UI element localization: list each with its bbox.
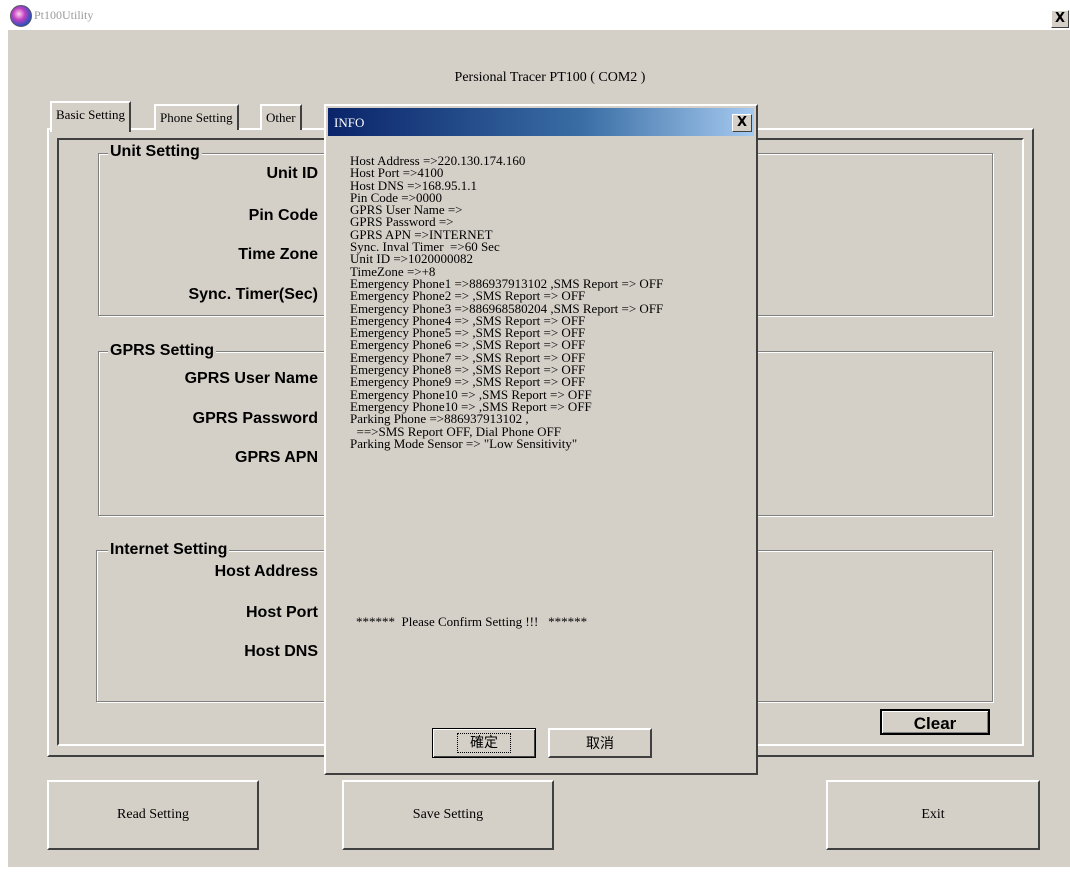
host-port-label: Host Port bbox=[246, 604, 318, 621]
clear-button[interactable]: Clear bbox=[880, 709, 990, 735]
host-dns-label: Host DNS bbox=[244, 643, 318, 660]
unit-setting-title: Unit Setting bbox=[108, 143, 202, 161]
sync-timer-label: Sync. Timer(Sec) bbox=[188, 286, 318, 303]
tab-other[interactable]: Other bbox=[260, 104, 302, 130]
dialog-title-bar: INFO X bbox=[328, 108, 754, 136]
tab-basic-setting[interactable]: Basic Setting bbox=[50, 101, 131, 132]
window-title: Pt100Utility bbox=[34, 8, 94, 22]
gprs-apn-label: GPRS APN bbox=[235, 449, 318, 466]
gprs-setting-title: GPRS Setting bbox=[108, 342, 217, 360]
host-address-label: Host Address bbox=[214, 563, 318, 580]
gprs-password-label: GPRS Password bbox=[192, 410, 318, 427]
cancel-button[interactable]: 取消 bbox=[548, 728, 652, 758]
read-setting-button[interactable]: Read Setting bbox=[47, 780, 259, 850]
internet-setting-title: Internet Setting bbox=[108, 541, 230, 559]
window-close-button[interactable]: X bbox=[1051, 10, 1069, 28]
exit-button[interactable]: Exit bbox=[826, 780, 1040, 850]
device-caption: Persional Tracer PT100 ( COM2 ) bbox=[454, 70, 646, 85]
ok-button-label: 確定 bbox=[457, 733, 511, 753]
confirm-message: ****** Please Confirm Setting !!! ****** bbox=[356, 614, 588, 629]
info-dialog: INFO X Host Address =>220.130.174.160 Hos… bbox=[324, 104, 758, 775]
dialog-close-button[interactable]: X bbox=[732, 114, 752, 132]
app-icon bbox=[10, 5, 32, 27]
title-bar: Pt100Utility X bbox=[0, 0, 1070, 30]
bottom-border bbox=[0, 867, 1070, 873]
info-line: Parking Mode Sensor => "Low Sensitivity" bbox=[350, 435, 578, 451]
dialog-title: INFO bbox=[334, 115, 365, 130]
pin-code-label: Pin Code bbox=[248, 207, 318, 224]
time-zone-label: Time Zone bbox=[238, 246, 318, 263]
info-text: Host Address =>220.130.174.160 Host Port … bbox=[350, 154, 663, 451]
save-setting-button[interactable]: Save Setting bbox=[342, 780, 554, 850]
left-border bbox=[0, 30, 8, 873]
gprs-user-name-label: GPRS User Name bbox=[184, 370, 318, 387]
unit-id-label: Unit ID bbox=[266, 165, 318, 182]
tab-phone-setting[interactable]: Phone Setting bbox=[154, 104, 239, 130]
ok-button[interactable]: 確定 bbox=[432, 728, 536, 758]
